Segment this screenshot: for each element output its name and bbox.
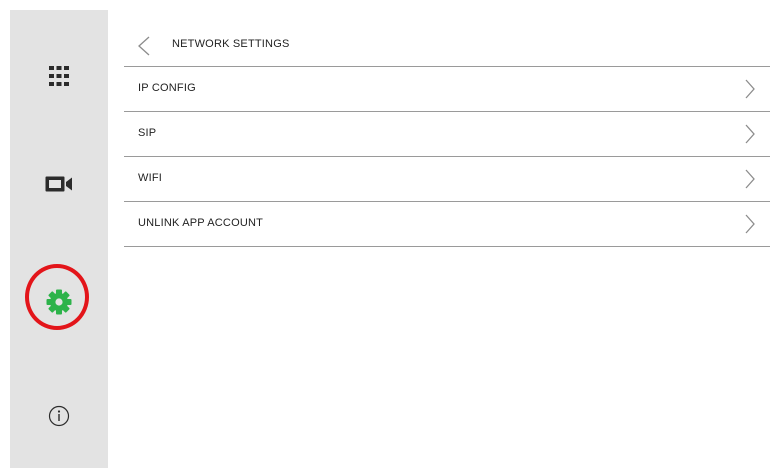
sidebar-item-camera[interactable] [10,154,108,214]
chevron-right-icon [745,79,755,99]
info-icon [48,405,70,427]
apps-grid-icon [49,66,69,86]
video-camera-icon [45,176,72,192]
menu-item-wifi[interactable]: WIFI [124,157,770,202]
chevron-right-icon [745,214,755,234]
chevron-right-icon [745,124,755,144]
menu-item-label: WIFI [138,172,163,184]
menu-item-sip[interactable]: SIP [124,112,770,157]
network-settings-screen: NETWORK SETTINGS IP CONFIG SIP WIFI UNLI… [0,0,776,468]
chevron-left-icon[interactable] [136,36,152,56]
menu-item-ip-config[interactable]: IP CONFIG [124,67,770,112]
chevron-right-icon [745,169,755,189]
page-title: NETWORK SETTINGS [172,38,290,50]
header: NETWORK SETTINGS [124,26,770,67]
menu-item-label: IP CONFIG [138,82,196,94]
menu-item-label: SIP [138,127,157,139]
menu-item-label: UNLINK APP ACCOUNT [138,217,264,229]
sidebar [10,10,108,468]
sidebar-item-apps[interactable] [10,46,108,106]
menu-item-unlink-app-account[interactable]: UNLINK APP ACCOUNT [124,202,770,247]
gear-icon [46,289,72,315]
sidebar-item-info[interactable] [10,386,108,446]
sidebar-item-settings[interactable] [10,272,108,332]
